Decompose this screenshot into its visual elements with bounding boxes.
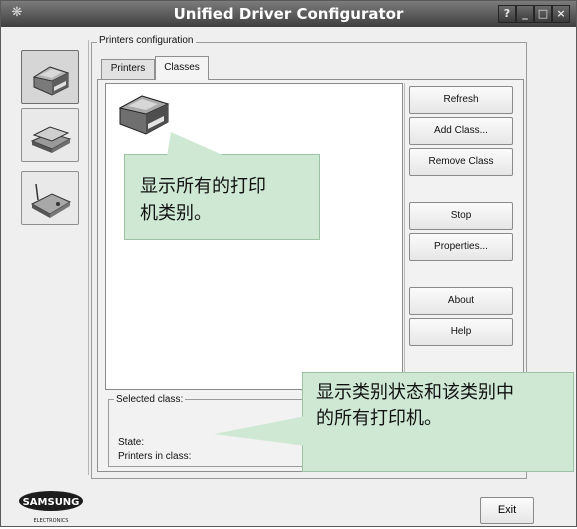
port-icon <box>30 183 72 218</box>
help-icon[interactable]: ? <box>498 5 516 23</box>
title-bar[interactable]: ❋ Unified Driver Configurator ? _ □ × <box>1 1 576 27</box>
printer-icon <box>32 66 70 96</box>
callout-text-line: 显示所有的打印 <box>140 176 266 197</box>
sidebar-item-ports[interactable] <box>21 171 79 225</box>
exit-button[interactable]: Exit <box>480 497 534 524</box>
callout-text-line: 的所有打印机。 <box>316 408 442 429</box>
window-title: Unified Driver Configurator <box>173 5 404 23</box>
svg-text:SAMSUNG: SAMSUNG <box>23 497 80 508</box>
minimize-icon[interactable]: _ <box>516 5 534 23</box>
tab-printers[interactable]: Printers <box>101 59 155 79</box>
stop-button[interactable]: Stop <box>409 202 513 230</box>
sidebar-item-scanners[interactable] <box>21 108 79 162</box>
callout-pointer <box>167 132 225 156</box>
close-icon[interactable]: × <box>552 5 570 23</box>
samsung-logo: SAMSUNG ELECTRONICS <box>18 489 84 525</box>
sidebar-divider <box>88 40 89 475</box>
selected-class-legend: Selected class: <box>114 394 186 405</box>
refresh-button[interactable]: Refresh <box>409 86 513 114</box>
tab-classes[interactable]: Classes <box>155 56 209 80</box>
properties-button[interactable]: Properties... <box>409 233 513 261</box>
state-label: State: <box>118 437 145 448</box>
help-button[interactable]: Help <box>409 318 513 346</box>
add-class-button[interactable]: Add Class... <box>409 117 513 145</box>
scanner-icon <box>30 126 72 153</box>
remove-class-button[interactable]: Remove Class <box>409 148 513 176</box>
callout-text-line: 显示类别状态和该类别中 <box>316 382 514 403</box>
callout-pointer <box>214 416 306 446</box>
maximize-icon[interactable]: □ <box>534 5 552 23</box>
callout-text-line: 机类别。 <box>140 203 212 224</box>
group-legend: Printers configuration <box>97 35 196 46</box>
sidebar-item-printers[interactable] <box>21 50 79 104</box>
printer-class-icon[interactable] <box>116 90 174 138</box>
about-button[interactable]: About <box>409 287 513 315</box>
svg-text:ELECTRONICS: ELECTRONICS <box>34 518 69 524</box>
printers-in-class-label: Printers in class: <box>118 451 192 462</box>
